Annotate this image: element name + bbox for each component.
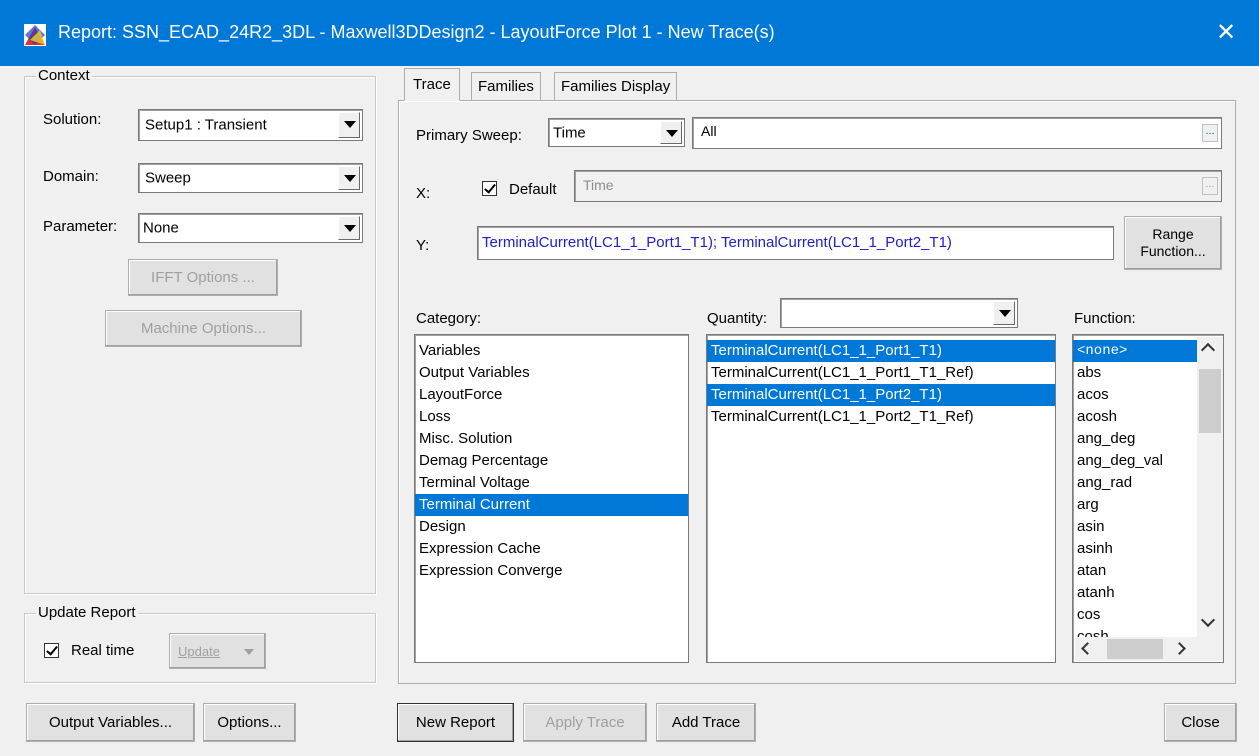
function-item[interactable]: ang_deg_val xyxy=(1073,450,1197,472)
scrollbar-thumb[interactable] xyxy=(1199,369,1221,433)
y-label: Y: xyxy=(416,237,430,254)
category-item-loss[interactable]: Loss xyxy=(415,406,688,428)
apply-trace-button[interactable]: Apply Trace xyxy=(523,703,647,742)
function-item[interactable]: asinh xyxy=(1073,538,1197,560)
quantity-item[interactable]: TerminalCurrent(LC1_1_Port1_T1_Ref) xyxy=(707,362,1055,384)
function-listbox[interactable]: <none> abs acos acosh ang_deg ang_deg_va… xyxy=(1072,334,1224,663)
parameter-select[interactable]: None xyxy=(138,213,363,243)
chevron-down-icon[interactable] xyxy=(993,301,1015,325)
parameter-value: None xyxy=(143,219,179,237)
default-label: Default xyxy=(509,181,557,198)
function-item[interactable]: acosh xyxy=(1073,406,1197,428)
primary-sweep-value: Time xyxy=(553,124,586,141)
function-label: Function: xyxy=(1074,310,1136,327)
scrollbar-thumb[interactable] xyxy=(1107,639,1163,659)
solution-select[interactable]: Setup1 : Transient xyxy=(138,109,363,141)
window-title: Report: SSN_ECAD_24R2_3DL - Maxwell3DDes… xyxy=(58,22,775,42)
scroll-up-icon[interactable] xyxy=(1200,342,1216,358)
category-item-expression-cache[interactable]: Expression Cache xyxy=(415,538,688,560)
domain-label: Domain: xyxy=(43,168,99,185)
chevron-down-icon[interactable] xyxy=(338,166,360,190)
options-button[interactable]: Options... xyxy=(203,703,296,742)
function-item[interactable]: acos xyxy=(1073,384,1197,406)
dropdown-arrow-icon xyxy=(244,649,254,655)
realtime-label: Real time xyxy=(71,642,135,659)
primary-sweep-select[interactable]: Time xyxy=(548,118,685,147)
ifft-options-button[interactable]: IFFT Options ... xyxy=(128,259,278,296)
function-item[interactable]: cos xyxy=(1073,604,1197,626)
context-group-label: Context xyxy=(36,67,92,84)
add-trace-button[interactable]: Add Trace xyxy=(656,703,756,742)
quantity-item[interactable]: TerminalCurrent(LC1_1_Port1_T1) xyxy=(707,340,1055,362)
quantity-listbox[interactable]: TerminalCurrent(LC1_1_Port1_T1) Terminal… xyxy=(706,334,1056,663)
category-item-expression-converge[interactable]: Expression Converge xyxy=(415,560,688,582)
tab-trace-label: Trace xyxy=(413,76,451,93)
x-label: X: xyxy=(416,185,431,202)
category-item-misc-solution[interactable]: Misc. Solution xyxy=(415,428,688,450)
tab-families[interactable]: Families xyxy=(471,72,541,100)
quantity-item[interactable]: TerminalCurrent(LC1_1_Port2_T1_Ref) xyxy=(707,406,1055,428)
default-checkbox[interactable] xyxy=(482,181,497,196)
scroll-left-icon[interactable] xyxy=(1081,642,1094,655)
y-expression-field[interactable]: TerminalCurrent(LC1_1_Port1_T1); Termina… xyxy=(477,226,1114,260)
category-listbox[interactable]: Variables Output Variables LayoutForce L… xyxy=(414,334,689,663)
tab-families-display-label: Families Display xyxy=(561,78,671,95)
category-item-layoutforce[interactable]: LayoutForce xyxy=(415,384,688,406)
function-item[interactable]: <none> xyxy=(1073,340,1197,362)
machine-options-button[interactable]: Machine Options... xyxy=(105,310,302,347)
quantity-filter-select[interactable] xyxy=(780,298,1018,328)
x-expression-field[interactable]: Time ... xyxy=(574,170,1222,202)
function-item[interactable]: arg xyxy=(1073,494,1197,516)
y-expression-value: TerminalCurrent(LC1_1_Port1_T1); Termina… xyxy=(482,234,952,251)
function-item[interactable]: abs xyxy=(1073,362,1197,384)
primary-sweep-label: Primary Sweep: xyxy=(416,127,522,144)
chevron-down-icon[interactable] xyxy=(338,216,360,240)
category-item-variables[interactable]: Variables xyxy=(415,340,688,362)
chevron-down-icon[interactable] xyxy=(338,112,360,138)
x-expression-ellipsis-button[interactable]: ... xyxy=(1202,177,1218,195)
category-label: Category: xyxy=(416,310,482,327)
tab-families-display[interactable]: Families Display xyxy=(554,72,678,100)
title-bar[interactable]: Report: SSN_ECAD_24R2_3DL - Maxwell3DDes… xyxy=(0,0,1259,66)
new-report-button[interactable]: New Report xyxy=(397,703,514,742)
category-item-design[interactable]: Design xyxy=(415,516,688,538)
update-button-label: Update xyxy=(178,643,220,659)
domain-value: Sweep xyxy=(145,169,191,187)
range-function-button[interactable]: Range Function... xyxy=(1124,216,1222,270)
realtime-checkbox[interactable] xyxy=(44,643,59,658)
solution-label: Solution: xyxy=(43,111,102,128)
chevron-down-icon[interactable] xyxy=(660,121,682,144)
function-item[interactable]: ang_deg xyxy=(1073,428,1197,450)
quantity-item[interactable]: TerminalCurrent(LC1_1_Port2_T1) xyxy=(707,384,1055,406)
close-button[interactable]: Close xyxy=(1164,703,1237,742)
tab-families-label: Families xyxy=(478,78,534,95)
category-item-terminal-current[interactable]: Terminal Current xyxy=(415,494,688,516)
update-button[interactable]: Update xyxy=(169,633,266,669)
x-expression-value: Time xyxy=(583,177,614,193)
category-item-output-variables[interactable]: Output Variables xyxy=(415,362,688,384)
parameter-label: Parameter: xyxy=(43,218,118,235)
quantity-label: Quantity: xyxy=(707,310,768,327)
function-item[interactable]: ang_rad xyxy=(1073,472,1197,494)
update-report-group-label: Update Report xyxy=(36,604,138,621)
app-icon xyxy=(24,24,46,46)
tab-trace[interactable]: Trace xyxy=(404,68,460,101)
function-item[interactable]: atanh xyxy=(1073,582,1197,604)
output-variables-button[interactable]: Output Variables... xyxy=(26,703,195,742)
category-item-demag-percentage[interactable]: Demag Percentage xyxy=(415,450,688,472)
sweep-range-ellipsis-button[interactable]: ... xyxy=(1202,124,1218,142)
sweep-range-field[interactable]: All ... xyxy=(692,117,1222,149)
function-item[interactable]: asin xyxy=(1073,516,1197,538)
sweep-range-value: All xyxy=(701,123,717,139)
close-window-icon[interactable]: ✕ xyxy=(1206,14,1246,52)
function-vertical-scrollbar[interactable] xyxy=(1197,337,1223,637)
scroll-right-icon[interactable] xyxy=(1173,642,1186,655)
category-item-terminal-voltage[interactable]: Terminal Voltage xyxy=(415,472,688,494)
range-function-label: Range Function... xyxy=(1140,225,1206,260)
function-horizontal-scrollbar[interactable] xyxy=(1075,637,1223,661)
domain-select[interactable]: Sweep xyxy=(138,163,363,193)
scroll-down-icon[interactable] xyxy=(1200,612,1216,628)
solution-value: Setup1 : Transient xyxy=(145,116,267,134)
function-item[interactable]: atan xyxy=(1073,560,1197,582)
